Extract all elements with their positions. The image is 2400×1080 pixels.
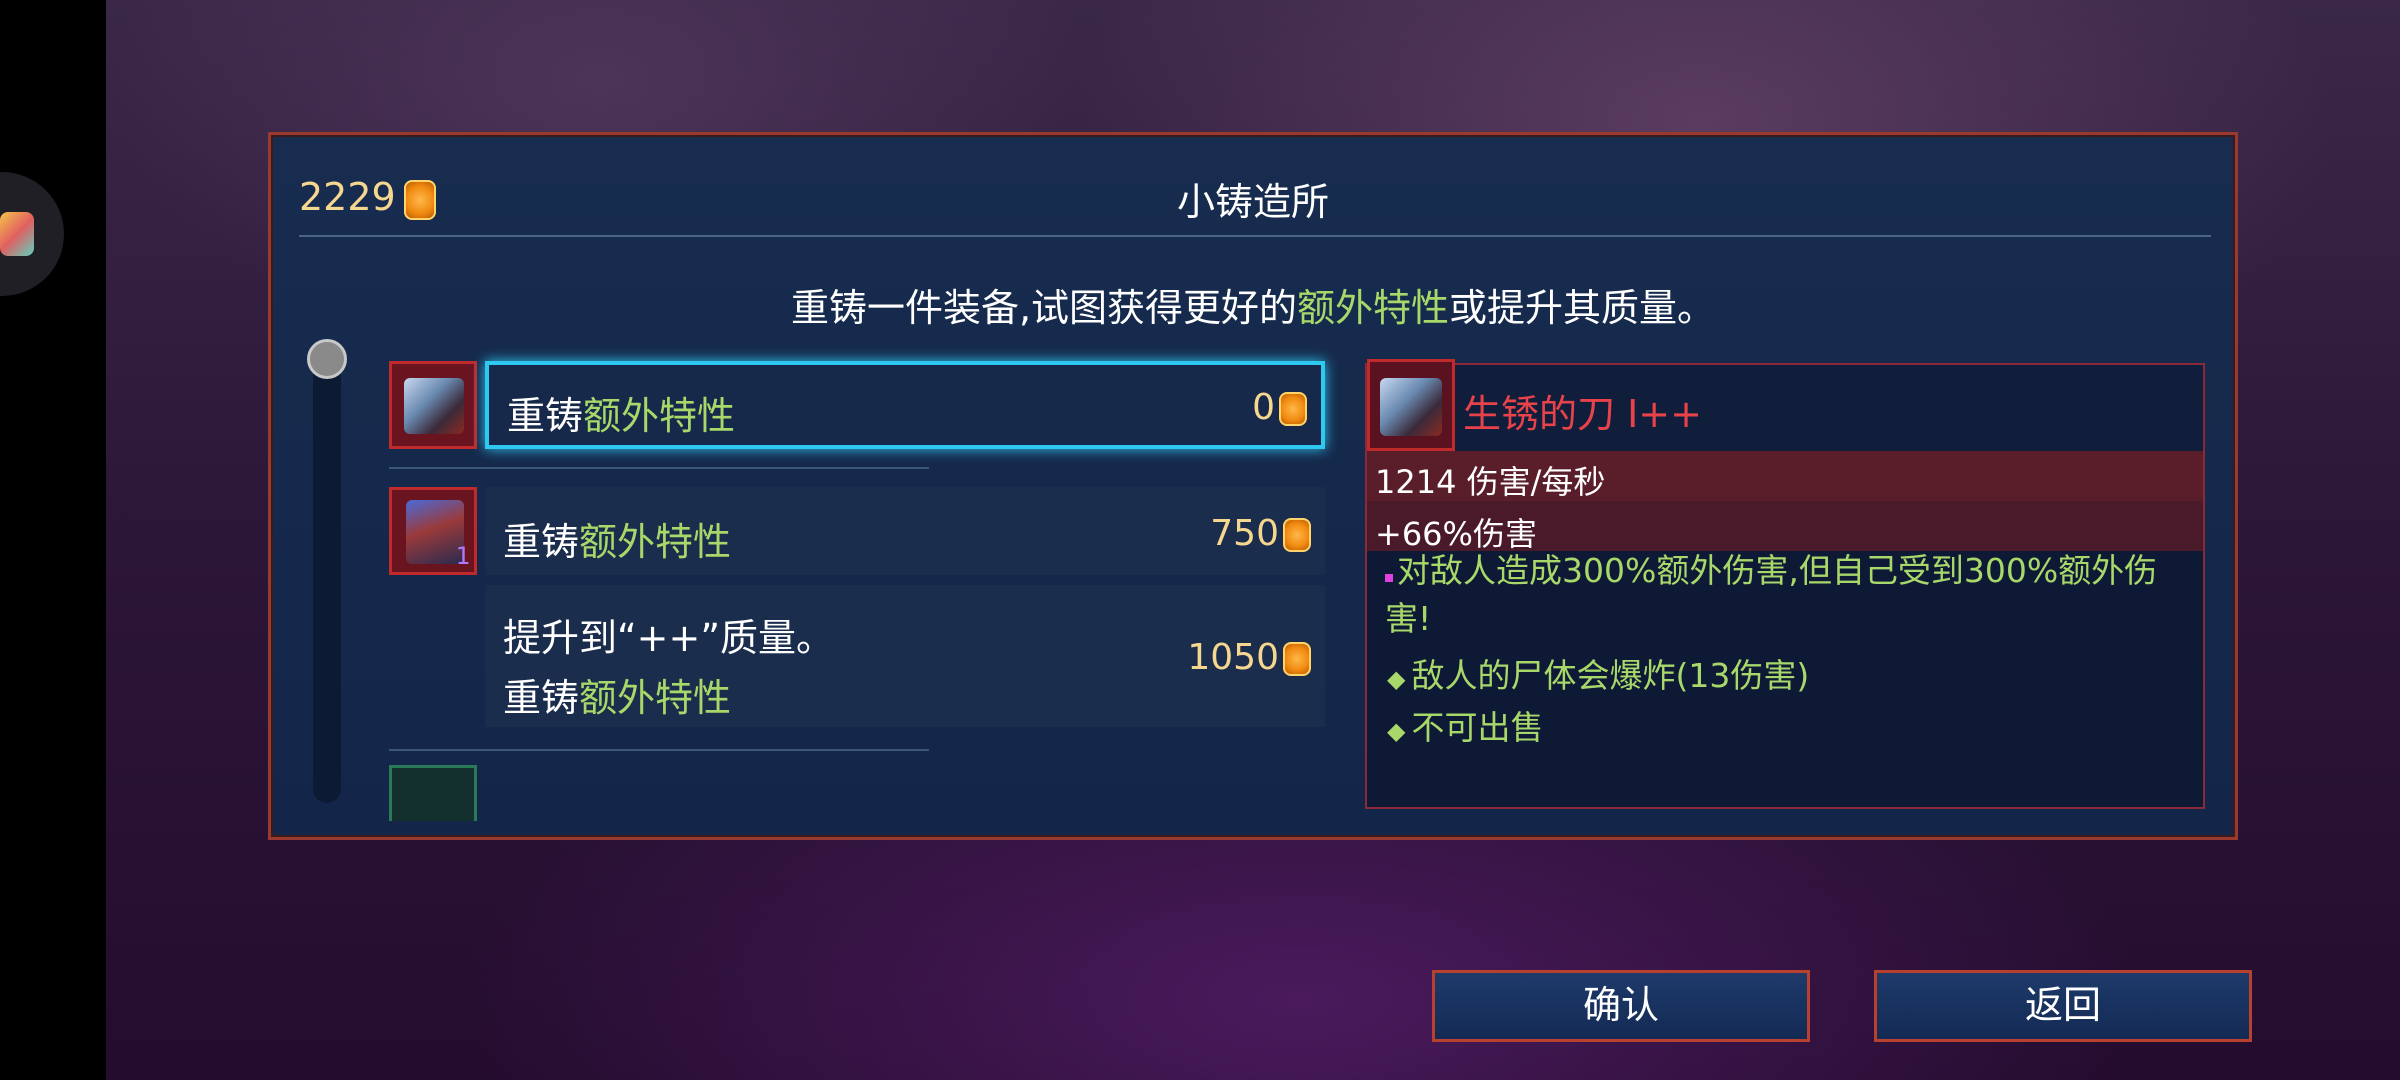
title-divider	[299, 235, 2211, 237]
subtitle-highlight: 额外特性	[1297, 286, 1450, 330]
trait-text: 不可出售	[1411, 708, 1544, 747]
row-divider	[389, 467, 929, 469]
item-tooltip: 生锈的刀 I++ 1214 伤害/每秒 +66%伤害 对敌人造成300%额外伤害…	[1365, 359, 2205, 809]
star-icon	[0, 212, 34, 256]
upgrade-quality-option[interactable]: 提升到“++”质量。 重铸额外特性 1050	[485, 585, 1325, 727]
diamond-bullet-icon: ◆	[1387, 717, 1406, 745]
rusty-sword-icon[interactable]	[389, 361, 477, 449]
item-name: 生锈的刀 I++	[1463, 392, 1702, 436]
subtitle-suffix: 或提升其质量。	[1449, 286, 1716, 330]
option-label-highlight: 额外特性	[579, 676, 732, 720]
rusty-sword-art	[404, 378, 464, 434]
option-label-prefix: 重铸	[503, 676, 580, 720]
armor-icon[interactable]	[389, 765, 477, 821]
reforge-option-2[interactable]: 重铸额外特性 750	[485, 487, 1325, 575]
armor-frame	[389, 765, 477, 821]
window-subtitle: 重铸一件装备,试图获得更好的额外特性或提升其质量。	[271, 277, 2235, 332]
description-text: 对敌人造成300%额外伤害,但自己受到300%额外伤害!	[1385, 551, 2158, 638]
option-price: 750	[1210, 513, 1311, 554]
dps-row: 1214 伤害/每秒	[1367, 451, 2203, 501]
item-description: 对敌人造成300%额外伤害,但自己受到300%额外伤害!	[1385, 547, 2185, 643]
option-label: 重铸额外特性	[503, 667, 731, 722]
forge-panel: 2229 小铸造所 重铸一件装备,试图获得更好的额外特性或提升其质量。 重铸额外…	[268, 132, 2238, 840]
affix-dot-icon	[1385, 574, 1393, 582]
window-title: 小铸造所	[1176, 180, 1329, 224]
option-price-value: 0	[1252, 387, 1275, 428]
rusty-sword-art	[1380, 378, 1442, 436]
confirm-button[interactable]: 确认	[1432, 970, 1810, 1042]
gold-coin-icon	[1283, 518, 1311, 552]
option-label-highlight: 额外特性	[579, 520, 732, 564]
diamond-bullet-icon: ◆	[1387, 665, 1406, 693]
back-button[interactable]: 返回	[1874, 970, 2252, 1042]
option-price-value: 750	[1210, 513, 1279, 554]
option-label-prefix: 重铸	[507, 394, 584, 438]
gold-coin-icon	[1279, 392, 1307, 426]
left-black-bar	[0, 0, 106, 1080]
rusty-sword-icon	[1367, 359, 1455, 451]
list-scrollbar[interactable]	[313, 357, 341, 803]
tier-badge: 1	[455, 542, 470, 570]
option-price-value: 1050	[1187, 637, 1279, 678]
gold-coin-icon	[1283, 642, 1311, 676]
bonus-row: +66%伤害	[1367, 501, 2203, 553]
trait-text: 敌人的尸体会爆炸(13伤害)	[1411, 656, 1810, 695]
option-label-highlight: 额外特性	[583, 394, 736, 438]
scrollbar-knob[interactable]	[307, 339, 347, 379]
dps-value: 1214 伤害/每秒	[1375, 463, 1606, 501]
boots-icon[interactable]: 1	[389, 487, 477, 575]
trait-line-1: ◆ 敌人的尸体会爆炸(13伤害)	[1387, 649, 1809, 697]
reforge-option-1[interactable]: 重铸额外特性 0	[485, 361, 1325, 449]
option-label: 重铸额外特性	[507, 385, 735, 440]
subtitle-prefix: 重铸一件装备,试图获得更好的	[790, 286, 1298, 330]
option-label-prefix: 重铸	[503, 520, 580, 564]
option-line1: 提升到“++”质量。	[503, 616, 835, 660]
row-divider	[389, 749, 929, 751]
option-price: 0	[1252, 387, 1307, 428]
tooltip-header: 生锈的刀 I++	[1367, 359, 2203, 453]
trait-line-2: ◆ 不可出售	[1387, 701, 1543, 749]
option-label: 重铸额外特性	[503, 511, 731, 566]
option-price: 1050	[1187, 637, 1311, 678]
